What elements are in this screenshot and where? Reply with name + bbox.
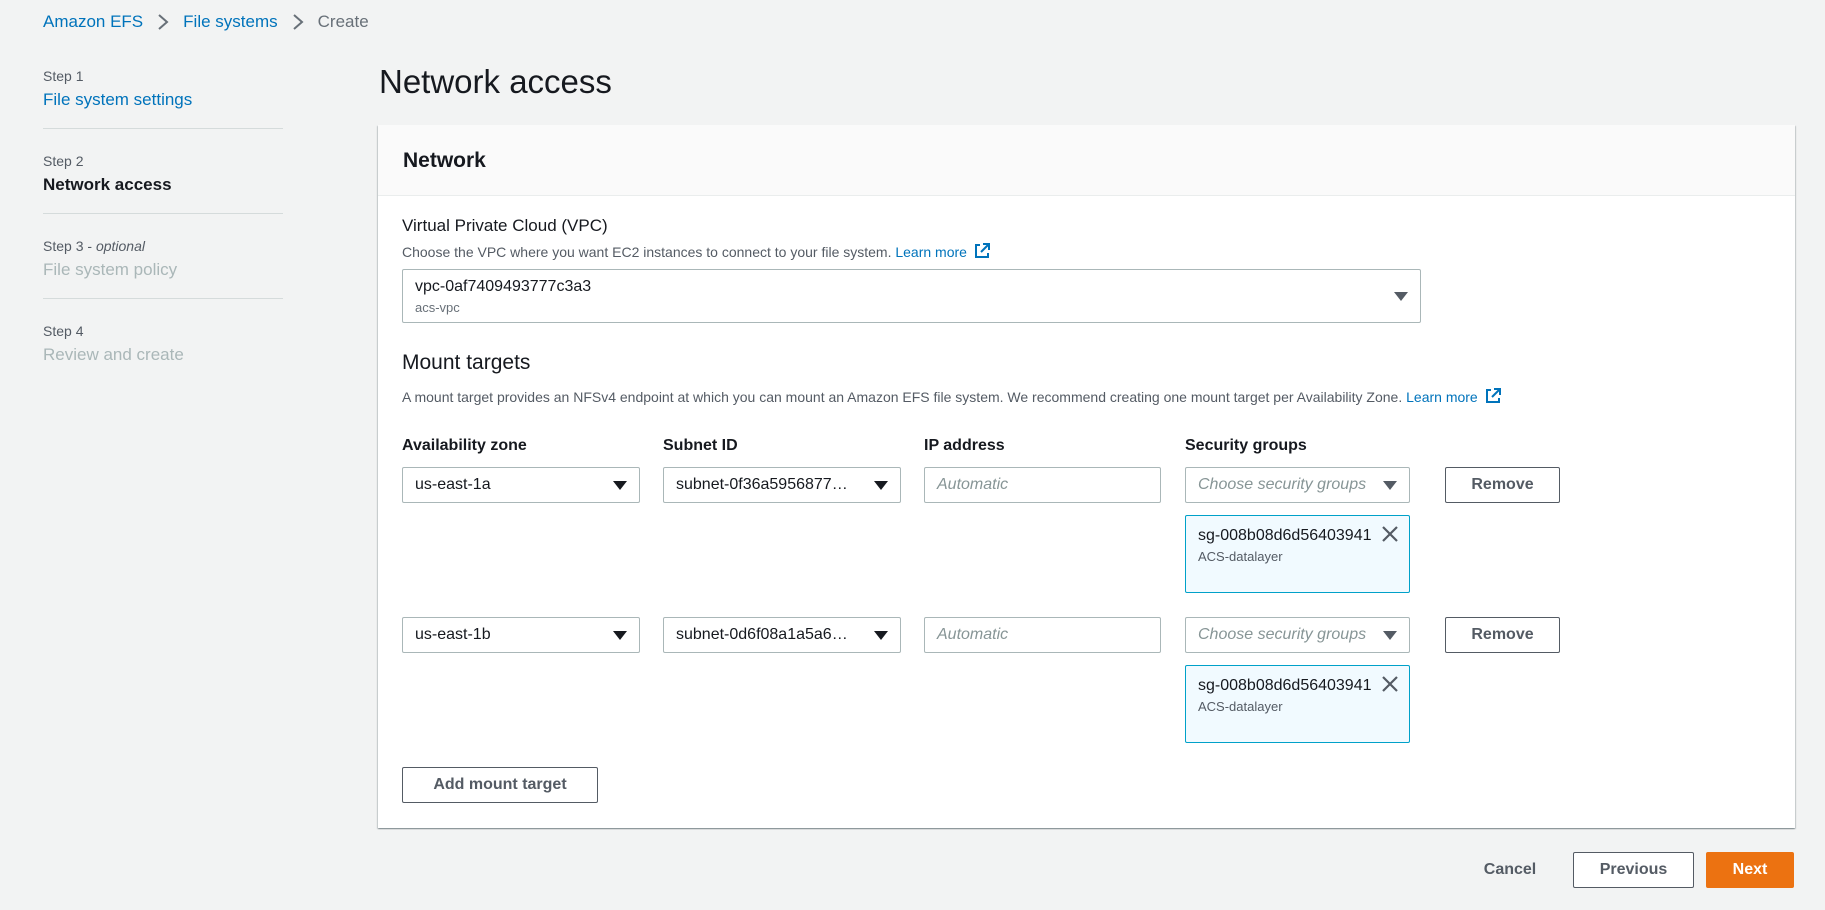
add-mount-target-button[interactable]: Add mount target [402, 767, 598, 803]
caret-down-icon [613, 631, 627, 640]
caret-down-icon [1394, 292, 1408, 301]
az-value: us-east-1b [415, 626, 491, 643]
security-groups-placeholder: Choose security groups [1198, 626, 1367, 643]
step-number-text: Step 3 [43, 238, 84, 254]
step-number: Step 3 - optional [43, 238, 145, 254]
subnet-value: subnet-0f36a5956877… [676, 476, 848, 493]
optional-tag: optional [95, 238, 145, 254]
vpc-description: Choose the VPC where you want EC2 instan… [402, 242, 991, 260]
network-heading: Network [403, 149, 486, 172]
ip-address-input[interactable]: Automatic [924, 617, 1161, 653]
security-group-id: sg-008b08d6d56403941 [1198, 527, 1372, 544]
previous-button[interactable]: Previous [1573, 852, 1694, 888]
remove-button[interactable]: Remove [1445, 617, 1560, 653]
column-availability-zone: Availability zone [402, 437, 527, 454]
vpc-description-text: Choose the VPC where you want EC2 instan… [402, 244, 892, 260]
breadcrumb-create: Create [317, 12, 369, 31]
mount-targets-learn-more-link[interactable]: Learn more [1406, 388, 1502, 405]
subnet-id-select[interactable]: subnet-0f36a5956877… [663, 467, 901, 503]
breadcrumb-file-systems[interactable]: File systems [183, 12, 277, 32]
page: Amazon EFS File systems Create Step 1 Fi… [0, 0, 1825, 910]
security-group-token: sg-008b08d6d56403941 ACS-datalayer [1185, 515, 1410, 593]
vpc-select-value: vpc-0af7409493777c3a3 [415, 278, 592, 295]
breadcrumb-amazon-efs[interactable]: Amazon EFS [43, 12, 143, 32]
network-container: Network Virtual Private Cloud (VPC) Choo… [378, 125, 1795, 828]
vpc-select-name: acs-vpc [415, 300, 460, 315]
az-value: us-east-1a [415, 476, 491, 493]
subnet-id-select[interactable]: subnet-0d6f08a1a5a6… [663, 617, 901, 653]
wizard-step-2: Step 2 Network access [43, 153, 283, 214]
cancel-button[interactable]: Cancel [1470, 852, 1550, 888]
chevron-right-icon [278, 13, 318, 31]
caret-down-icon [874, 631, 888, 640]
external-link-icon [974, 243, 990, 258]
vpc-learn-more-link[interactable]: Learn more [895, 243, 991, 260]
page-title: Network access [379, 63, 612, 100]
learn-more-text: Learn more [1406, 389, 1478, 405]
step-link-file-system-settings[interactable]: File system settings [43, 90, 283, 110]
breadcrumb: Amazon EFS File systems Create [43, 12, 369, 32]
step-review-and-create: Review and create [43, 345, 184, 364]
step-number: Step 4 [43, 323, 84, 339]
security-groups-select[interactable]: Choose security groups [1185, 617, 1410, 653]
column-ip-address: IP address [924, 437, 1005, 454]
next-button[interactable]: Next [1706, 852, 1794, 888]
column-subnet-id: Subnet ID [663, 437, 738, 454]
learn-more-text: Learn more [895, 244, 967, 260]
security-group-id: sg-008b08d6d56403941 [1198, 677, 1372, 694]
mount-targets-description: A mount target provides an NFSv4 endpoin… [402, 387, 1502, 405]
step-number: Step 1 [43, 68, 84, 84]
security-group-token: sg-008b08d6d56403941 ACS-datalayer [1185, 665, 1410, 743]
close-icon[interactable] [1380, 524, 1400, 544]
column-security-groups: Security groups [1185, 437, 1307, 454]
caret-down-icon [1383, 631, 1397, 640]
security-group-name: ACS-datalayer [1198, 699, 1283, 714]
step-current-network-access: Network access [43, 175, 172, 194]
wizard-step-4: Step 4 Review and create [43, 323, 283, 383]
caret-down-icon [1383, 481, 1397, 490]
wizard-step-1: Step 1 File system settings [43, 68, 283, 129]
chevron-right-icon [143, 13, 183, 31]
caret-down-icon [874, 481, 888, 490]
security-group-name: ACS-datalayer [1198, 549, 1283, 564]
step-file-system-policy: File system policy [43, 260, 178, 279]
availability-zone-select[interactable]: us-east-1b [402, 617, 640, 653]
step-number: Step 2 [43, 153, 84, 169]
network-header: Network [378, 125, 1795, 196]
close-icon[interactable] [1380, 674, 1400, 694]
mount-targets-title: Mount targets [402, 351, 531, 374]
caret-down-icon [613, 481, 627, 490]
security-groups-select[interactable]: Choose security groups [1185, 467, 1410, 503]
subnet-value: subnet-0d6f08a1a5a6… [676, 626, 848, 643]
external-link-icon [1485, 388, 1501, 403]
wizard-step-3: Step 3 - optional File system policy [43, 238, 283, 299]
vpc-label: Virtual Private Cloud (VPC) [402, 216, 608, 235]
mount-targets-description-text: A mount target provides an NFSv4 endpoin… [402, 389, 1403, 405]
ip-address-input[interactable]: Automatic [924, 467, 1161, 503]
remove-button[interactable]: Remove [1445, 467, 1560, 503]
vpc-select[interactable]: vpc-0af7409493777c3a3 acs-vpc [402, 269, 1421, 323]
security-groups-placeholder: Choose security groups [1198, 476, 1367, 493]
wizard-steps: Step 1 File system settings Step 2 Netwo… [43, 68, 283, 407]
availability-zone-select[interactable]: us-east-1a [402, 467, 640, 503]
